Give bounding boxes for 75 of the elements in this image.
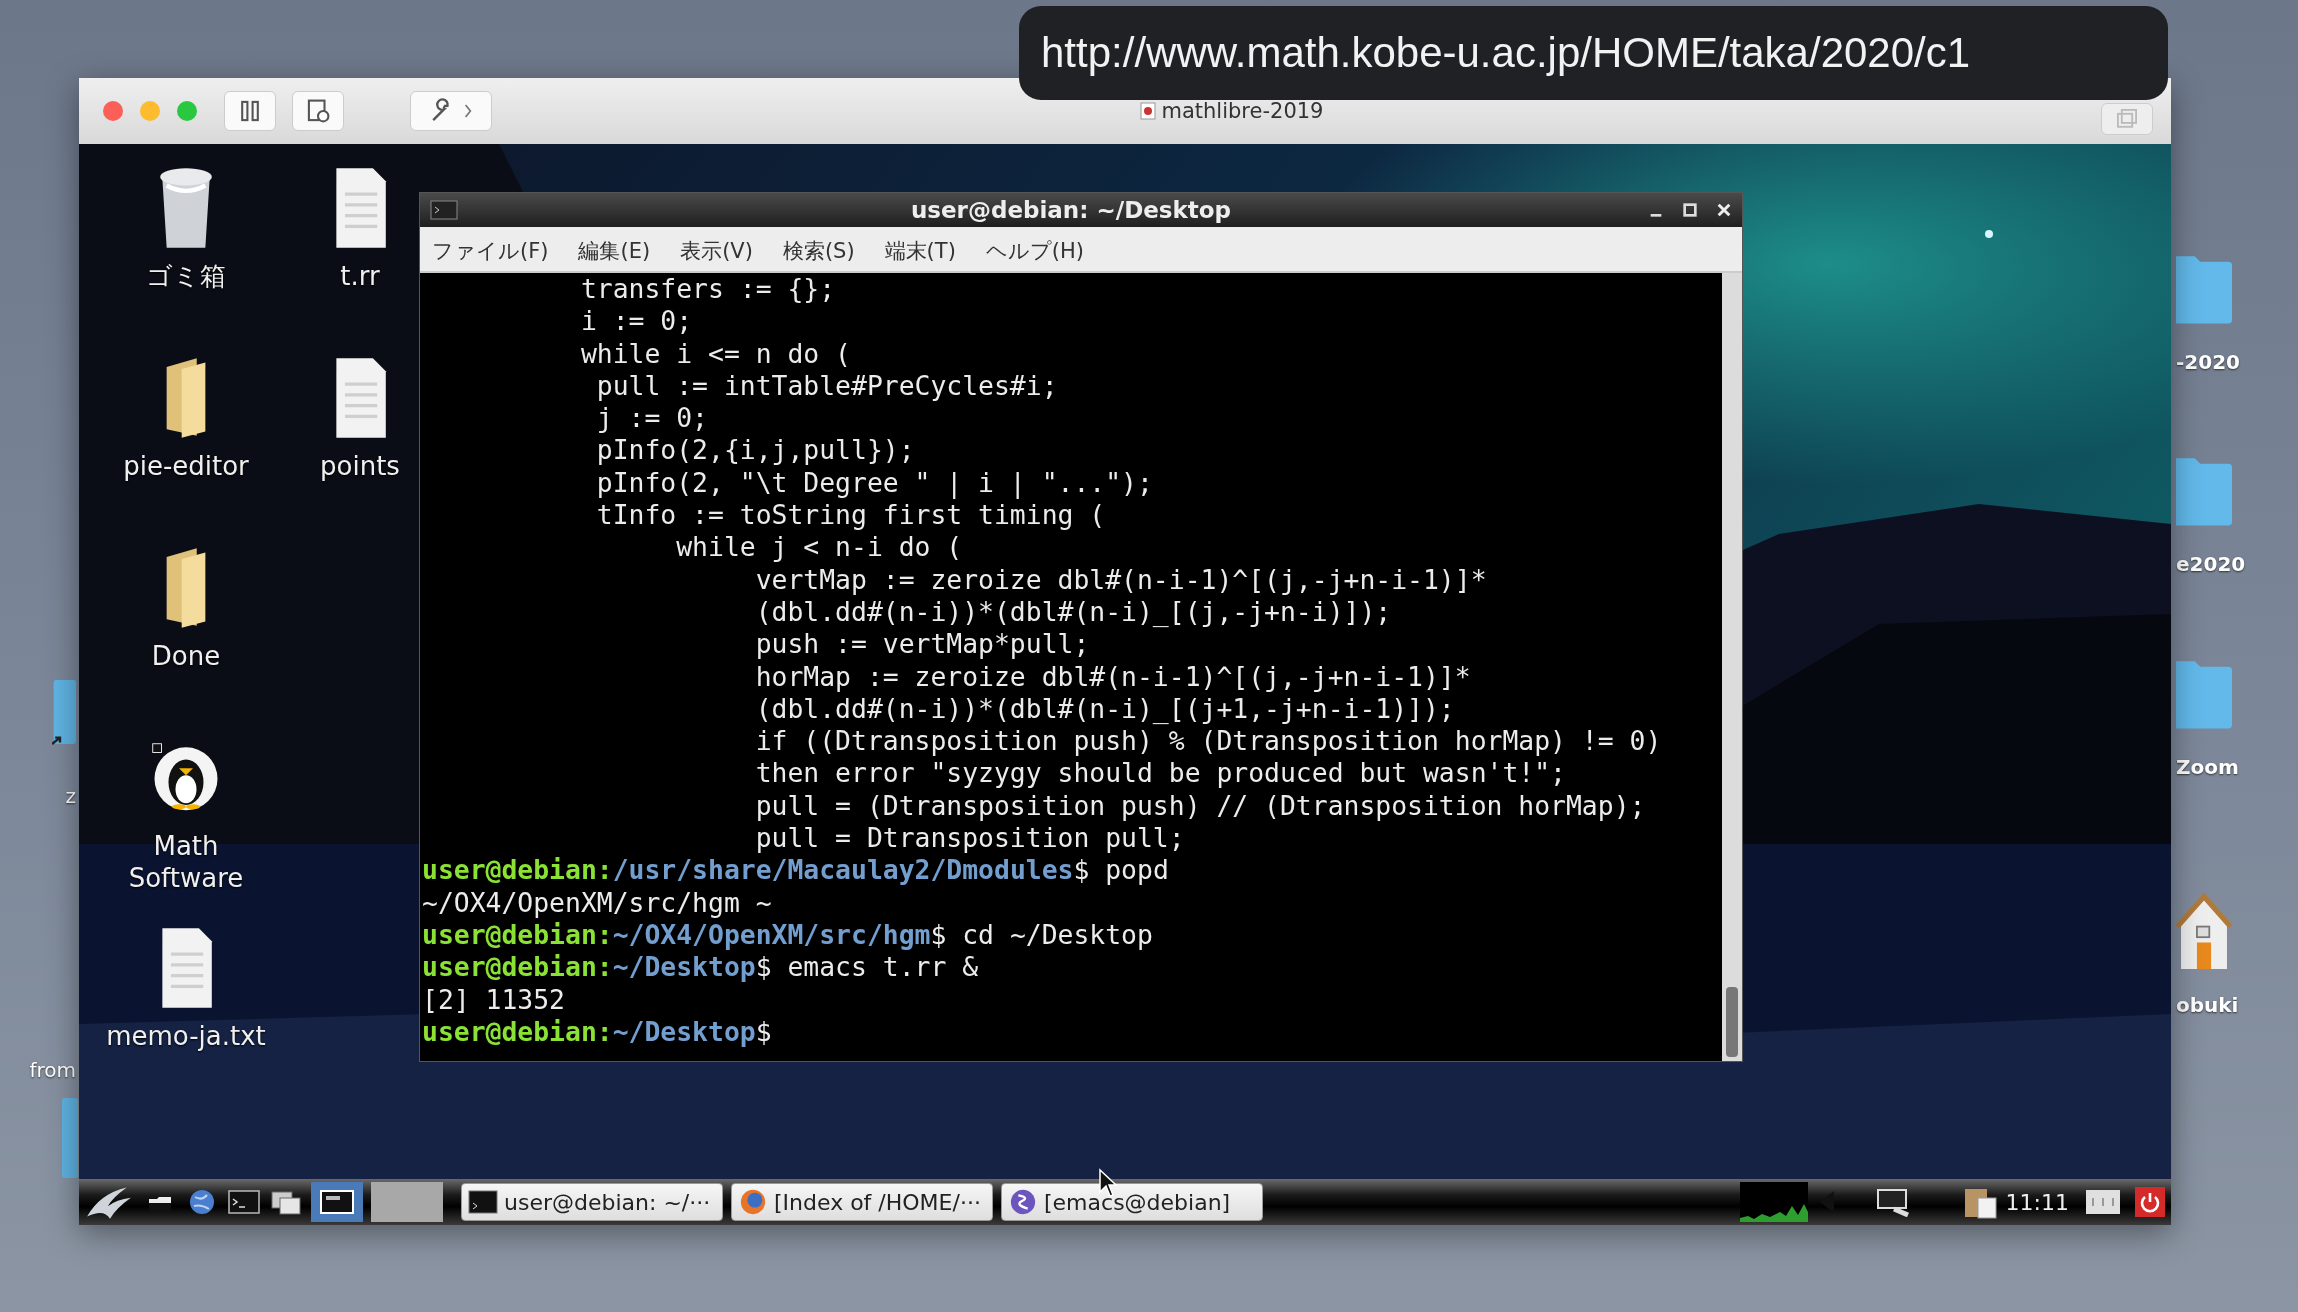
task-button[interactable]: user@debian: ~/··· bbox=[461, 1183, 723, 1221]
command-text: $ bbox=[755, 1015, 772, 1047]
terminal-line: i := 0; bbox=[579, 305, 694, 338]
terminal-line: if ((Dtransposition push) % (Dtransposition horMap) != 0) bbox=[754, 725, 1663, 758]
icon-label[interactable]: memo-ja.txt bbox=[106, 1020, 266, 1052]
terminal-line: pInfo(2,{i,j,pull}); bbox=[595, 434, 916, 467]
prompt-user: user@debian: bbox=[422, 951, 613, 983]
icon-label[interactable]: -2020 bbox=[2176, 350, 2240, 374]
keyboard-icon[interactable] bbox=[2085, 1188, 2121, 1216]
icon-label[interactable]: Zoom bbox=[2176, 755, 2239, 779]
terminal-icon bbox=[430, 200, 458, 220]
terminal-line: while j < n-i do ( bbox=[675, 531, 964, 564]
workspace-button[interactable] bbox=[311, 1182, 363, 1222]
prompt-user: user@debian: bbox=[422, 854, 613, 886]
clock-text[interactable]: 11:11 bbox=[2005, 1189, 2069, 1215]
icon-label[interactable]: t.rr bbox=[340, 260, 380, 292]
menu-item[interactable]: ヘルプ(H) bbox=[985, 237, 1084, 265]
emacs-icon bbox=[1008, 1188, 1038, 1216]
icon-label[interactable]: Math Software bbox=[98, 830, 274, 894]
task-button[interactable]: [emacs@debian] bbox=[1001, 1183, 1263, 1221]
menu-item[interactable]: 検索(S) bbox=[782, 237, 855, 265]
command-text: $ cd ~/Desktop bbox=[930, 918, 1153, 950]
terminal-line: pull := intTable#PreCycles#i; bbox=[595, 369, 1059, 403]
terminal-line: pull = (Dtransposition push) // (Dtransposition horMap); bbox=[754, 789, 1647, 823]
terminal-line: [2] 11352 bbox=[422, 983, 566, 1016]
window-title: mathlibre-2019 bbox=[1161, 99, 1324, 123]
terminal-line: transfers := {}; bbox=[579, 273, 837, 306]
prompt-user: user@debian: bbox=[422, 918, 613, 950]
url-text: http://www.math.kobe-u.ac.jp/HOME/taka/2020/c1 bbox=[1041, 29, 1971, 77]
task-button[interactable]: [Index of /HOME/··· bbox=[731, 1183, 993, 1221]
globe-icon bbox=[738, 1188, 768, 1216]
icon-label[interactable]: e2020 bbox=[2176, 552, 2246, 576]
scrollbar[interactable] bbox=[1722, 273, 1742, 1061]
snapshot-button[interactable] bbox=[292, 91, 344, 131]
terminal-line: pInfo(2, "\t Degree " | i | "..."); bbox=[595, 466, 1154, 500]
terminal-line: while i <= n do ( bbox=[579, 337, 852, 370]
icon-label[interactable]: pie-editor bbox=[123, 450, 249, 482]
settings-button[interactable] bbox=[410, 91, 492, 131]
terminal-icon bbox=[468, 1188, 498, 1216]
maximize-icon[interactable] bbox=[1682, 202, 1698, 218]
command-text: $ emacs t.rr & bbox=[755, 951, 979, 983]
terminal-icon[interactable] bbox=[227, 1187, 261, 1217]
icon-label[interactable]: points bbox=[320, 450, 400, 482]
terminal-line: vertMap := zeroize dbl#(n-i-1)^[(j,-j+n-i-1)]* bbox=[754, 563, 1488, 596]
terminal-line: (dbl.dd#(n-i))*(dbl#(n-i)_[(j,-j+n-i)]); bbox=[754, 595, 1393, 629]
terminal-line: push := vertMap*pull; bbox=[754, 628, 1091, 661]
menu-item[interactable]: 表示(V) bbox=[680, 237, 753, 265]
terminal-line: then error "syzygy should be produced but wasn't!"; bbox=[754, 757, 1567, 790]
cpu-graph bbox=[1739, 1182, 1808, 1222]
terminal-line: tInfo := toString first timing ( bbox=[595, 499, 1107, 532]
close-icon[interactable] bbox=[1716, 202, 1732, 218]
terminal-line: ~/OX4/OpenXM/src/hgm ~ bbox=[422, 886, 773, 919]
house-icon[interactable] bbox=[2176, 893, 2232, 969]
scrollbar-thumb[interactable] bbox=[1726, 987, 1738, 1057]
prompt-path: ~/Desktop bbox=[612, 951, 756, 983]
terminal-line: (dbl.dd#(n-i))*(dbl#(n-i)_[(j+1,-j+n-i-1)]); bbox=[754, 692, 1456, 726]
monitor-icon bbox=[320, 1190, 354, 1214]
prompt-path: /usr/share/Macaulay2/Dmodules bbox=[612, 854, 1074, 886]
power-icon[interactable] bbox=[2135, 1187, 2165, 1217]
prompt-path: ~/OX4/OpenXM/src/hgm bbox=[612, 918, 931, 950]
window-title: user@debian: ~/Desktop bbox=[909, 197, 1233, 223]
pause-button[interactable] bbox=[224, 91, 276, 131]
icon-label[interactable]: ゴミ箱 bbox=[146, 260, 226, 292]
prompt-user: user@debian: bbox=[422, 1015, 613, 1047]
menu-item[interactable]: 編集(E) bbox=[578, 237, 651, 265]
menu-item[interactable]: 端末(T) bbox=[884, 237, 956, 265]
terminal-line: horMap := zeroize dbl#(n-i-1)^[(j,-j+n-i-1)]* bbox=[754, 660, 1472, 693]
icon-label[interactable]: Done bbox=[151, 640, 221, 672]
terminal-line: j := 0; bbox=[595, 402, 709, 435]
app-icon bbox=[1139, 102, 1156, 120]
terminal-line: pull = Dtransposition pull; bbox=[754, 822, 1186, 855]
menu-item[interactable]: ファイル(F) bbox=[432, 237, 549, 265]
command-text: $ popd bbox=[1073, 854, 1169, 886]
snapshot-icon bbox=[305, 98, 331, 124]
prompt-path: ~/Desktop bbox=[612, 1015, 756, 1047]
